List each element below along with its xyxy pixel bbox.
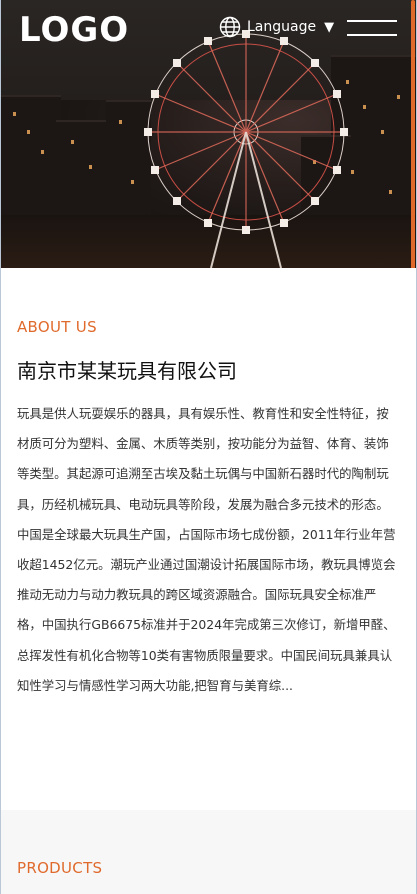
page-frame: LOGO Language ▼ ABOUT US 南京市某某玩具有限公司 玩具是… xyxy=(0,0,417,894)
company-name: 南京市某某玩具有限公司 xyxy=(17,359,237,383)
products-eyebrow: PRODUCTS xyxy=(17,859,103,877)
hero-window xyxy=(363,105,366,109)
hamburger-menu-icon[interactable] xyxy=(347,20,397,36)
hero-window xyxy=(13,112,16,116)
hero-window xyxy=(381,130,384,134)
hero-window xyxy=(27,130,30,134)
menu-line xyxy=(347,34,397,36)
site-logo[interactable]: LOGO xyxy=(19,12,129,48)
hero-window xyxy=(131,180,134,184)
ferris-wheel-graphic xyxy=(144,30,348,268)
hero-window xyxy=(389,190,392,194)
about-section: ABOUT US 南京市某某玩具有限公司 玩具是供人玩耍娱乐的器具，具有娱乐性、… xyxy=(1,268,416,810)
hero-window xyxy=(41,150,44,154)
hero-window xyxy=(119,120,122,124)
products-section: PRODUCTS xyxy=(1,810,416,894)
language-selector[interactable]: Language ▼ xyxy=(219,16,334,38)
globe-icon xyxy=(219,16,241,38)
hero-building xyxy=(1,95,61,225)
menu-line xyxy=(347,20,397,22)
about-body: 玩具是供人玩耍娱乐的器具，具有娱乐性、教育性和安全性特征，按材质可分为塑料、金属… xyxy=(17,406,396,693)
language-label: Language xyxy=(247,19,317,35)
hero-window xyxy=(397,95,400,99)
about-eyebrow: ABOUT US xyxy=(17,318,97,336)
hero-window xyxy=(89,165,92,169)
hero-window xyxy=(71,140,74,144)
hero-building xyxy=(56,120,111,225)
caret-down-icon: ▼ xyxy=(324,19,335,35)
hero-banner: LOGO Language ▼ xyxy=(1,0,416,268)
